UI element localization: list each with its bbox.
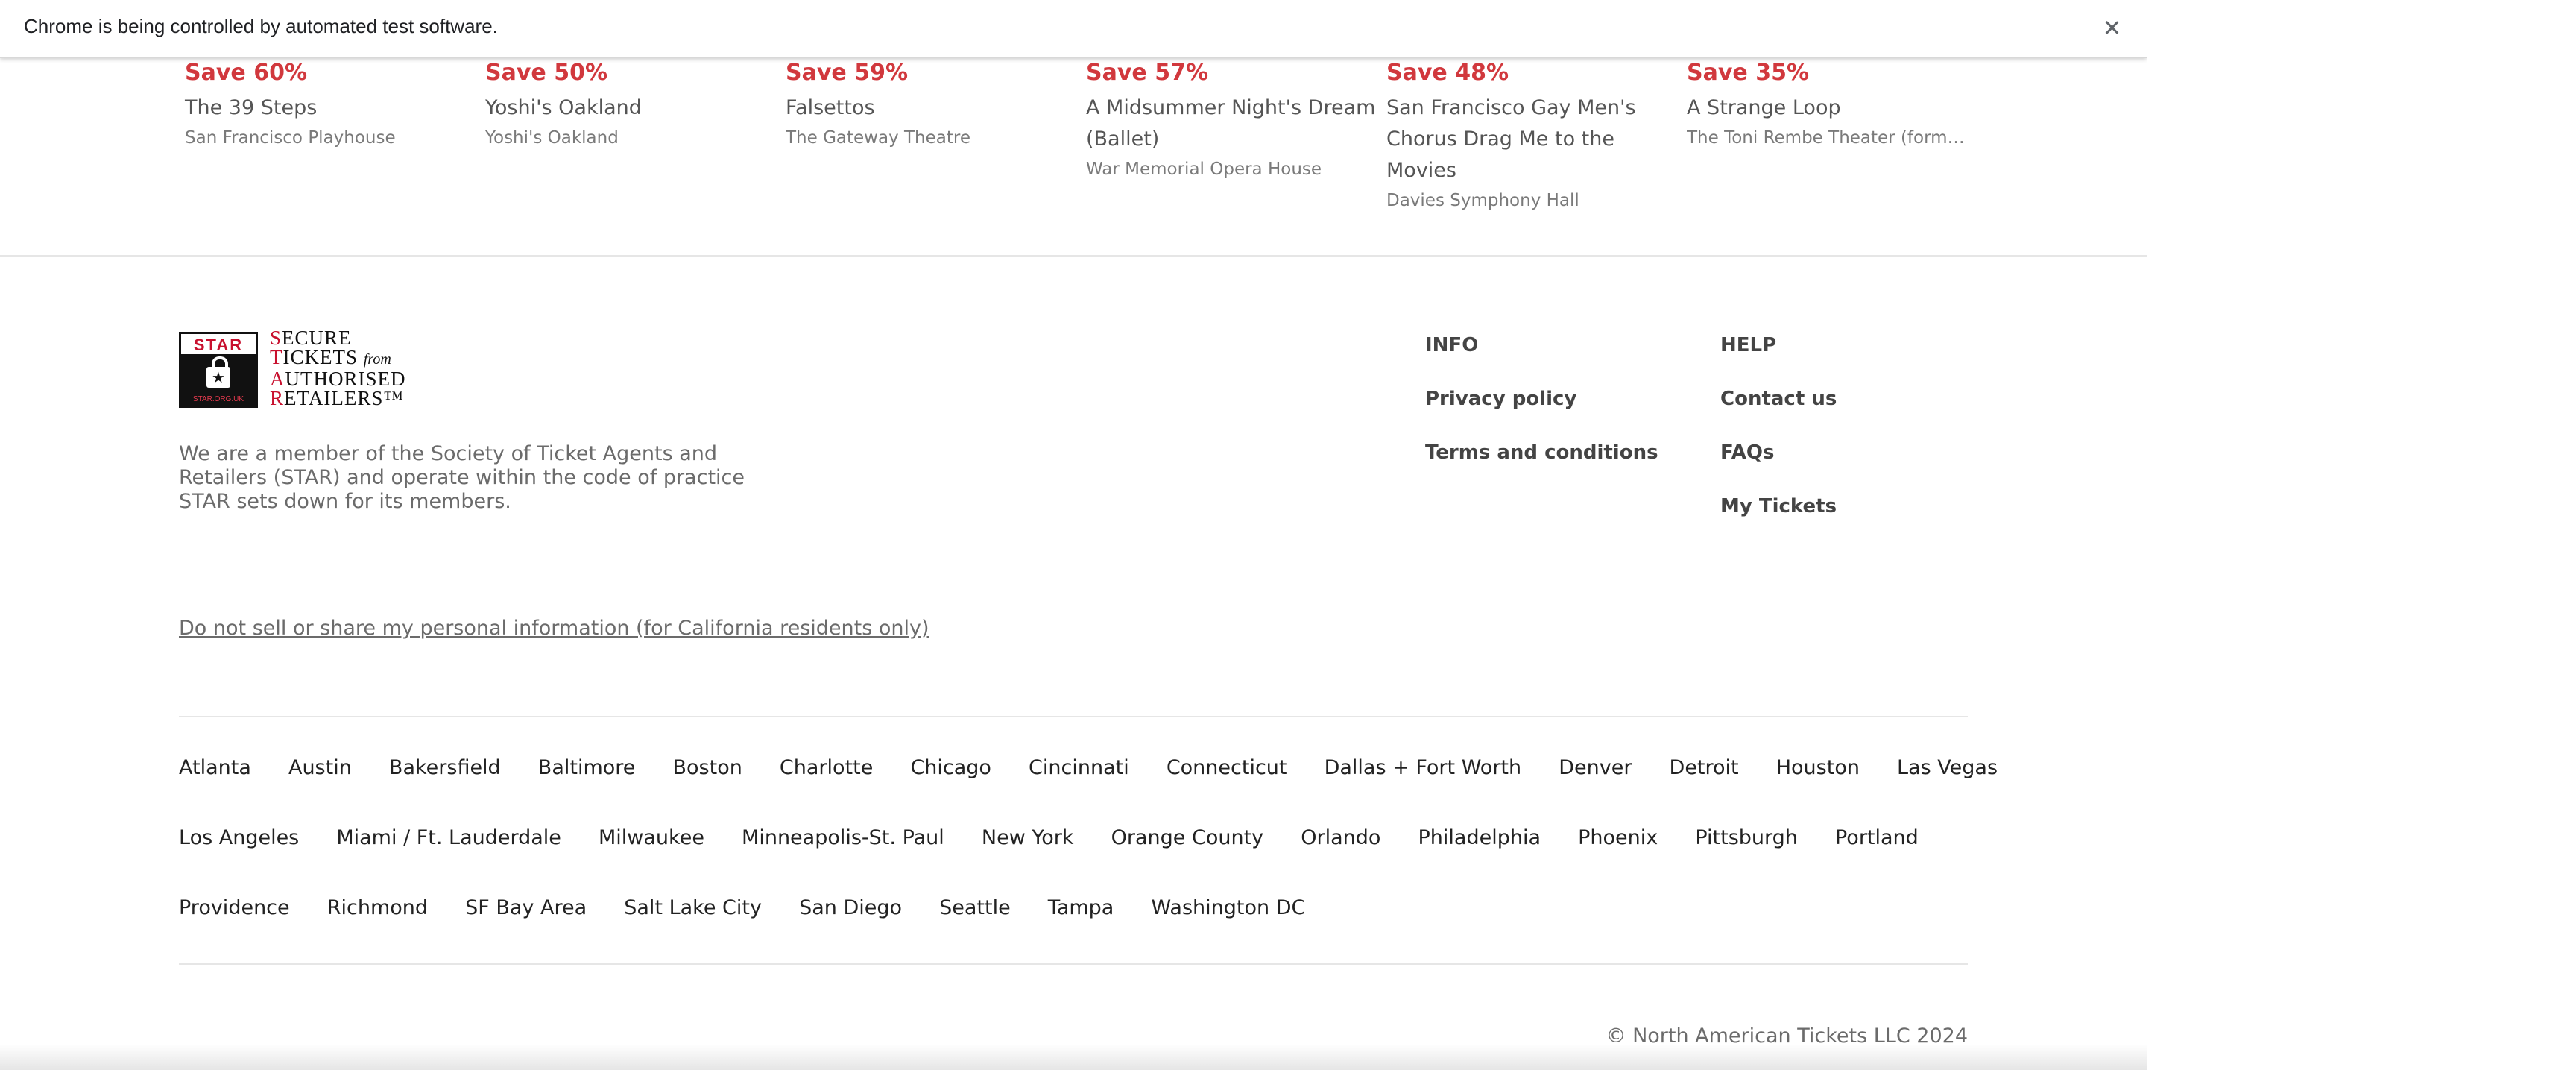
- footer-divider: [179, 963, 1968, 965]
- city-link[interactable]: Richmond: [327, 890, 428, 927]
- deal-venue: San Francisco Playhouse: [185, 128, 396, 148]
- star-badge-footer: STAR.ORG.UK: [192, 395, 244, 403]
- infobar-message: Chrome is being controlled by automated …: [24, 15, 498, 37]
- close-icon[interactable]: [2097, 13, 2127, 43]
- city-link[interactable]: Dallas + Fort Worth: [1325, 749, 1522, 787]
- city-link[interactable]: Houston: [1776, 749, 1860, 787]
- deal-venue: Davies Symphony Hall: [1386, 191, 1579, 210]
- star-logo: STAR ★ STAR.ORG.UK SECURE TICKETS from A…: [179, 328, 421, 410]
- deal-venue: The Toni Rembe Theater (former...: [1687, 128, 1974, 148]
- deal-save-badge: Save 50%: [485, 60, 608, 86]
- city-link[interactable]: Orlando: [1301, 819, 1380, 857]
- wordmark-line: SECURE: [270, 327, 352, 349]
- city-link[interactable]: Miami / Ft. Lauderdale: [336, 819, 561, 857]
- star-badge-label: STAR: [181, 334, 256, 356]
- city-link[interactable]: Las Vegas: [1897, 749, 1998, 787]
- star-badge: STAR ★ STAR.ORG.UK: [179, 332, 258, 408]
- info-heading: INFO: [1425, 334, 1479, 356]
- city-link[interactable]: Pittsburgh: [1695, 819, 1798, 857]
- contact-us-link[interactable]: Contact us: [1720, 388, 1837, 410]
- deal-venue: War Memorial Opera House: [1086, 160, 1322, 179]
- deal-card[interactable]: Save 60% The 39 Steps San Francisco Play…: [185, 60, 476, 152]
- privacy-policy-link[interactable]: Privacy policy: [1425, 388, 1576, 410]
- city-link[interactable]: Phoenix: [1578, 819, 1658, 857]
- deal-save-badge: Save 35%: [1687, 60, 1810, 86]
- faqs-link[interactable]: FAQs: [1720, 441, 1774, 464]
- city-link[interactable]: Milwaukee: [599, 819, 704, 857]
- lock-icon: ★: [206, 356, 230, 388]
- terms-link[interactable]: Terms and conditions: [1425, 441, 1658, 464]
- deal-save-badge: Save 57%: [1086, 60, 1209, 86]
- city-link[interactable]: Seattle: [939, 890, 1011, 927]
- wordmark-line: AUTHORISED: [270, 368, 406, 390]
- do-not-sell-link[interactable]: Do not sell or share my personal informa…: [179, 617, 929, 640]
- city-link[interactable]: Orange County: [1111, 819, 1264, 857]
- city-link[interactable]: Minneapolis-St. Paul: [742, 819, 944, 857]
- city-link[interactable]: Tampa: [1048, 890, 1114, 927]
- city-link[interactable]: Charlotte: [780, 749, 873, 787]
- star-wordmark: SECURE TICKETS from AUTHORISED RETAILERS…: [270, 327, 426, 409]
- city-link[interactable]: Providence: [179, 890, 290, 927]
- deal-save-badge: Save 60%: [185, 60, 308, 86]
- city-link[interactable]: Atlanta: [179, 749, 251, 787]
- city-link[interactable]: New York: [982, 819, 1074, 857]
- deal-title[interactable]: A Midsummer Night's Dream (Ballet): [1086, 92, 1377, 155]
- city-link[interactable]: Washington DC: [1151, 890, 1305, 927]
- deal-title[interactable]: A Strange Loop: [1687, 92, 1974, 124]
- deal-card[interactable]: Save 59% Falsettos The Gateway Theatre: [786, 60, 1076, 152]
- city-link[interactable]: Baltimore: [538, 749, 636, 787]
- city-link[interactable]: Chicago: [910, 749, 991, 787]
- city-link[interactable]: San Diego: [799, 890, 902, 927]
- city-link[interactable]: Philadelphia: [1418, 819, 1541, 857]
- city-link[interactable]: Salt Lake City: [624, 890, 762, 927]
- wordmark-line: TICKETS from: [270, 346, 391, 368]
- deal-card[interactable]: Save 48% San Francisco Gay Men's Chorus …: [1386, 60, 1677, 215]
- deal-card[interactable]: Save 50% Yoshi's Oakland Yoshi's Oakland: [485, 60, 776, 152]
- wordmark-line: RETAILERS™: [270, 387, 404, 409]
- deal-title[interactable]: Yoshi's Oakland: [485, 92, 776, 124]
- city-link[interactable]: Bakersfield: [389, 749, 501, 787]
- city-link[interactable]: Austin: [288, 749, 352, 787]
- bottom-shadow: [0, 1044, 2147, 1070]
- deal-title[interactable]: The 39 Steps: [185, 92, 476, 124]
- city-row: Los Angeles Miami / Ft. Lauderdale Milwa…: [179, 819, 1952, 857]
- deal-save-badge: Save 59%: [786, 60, 909, 86]
- page: Chrome is being controlled by automated …: [0, 0, 2147, 1070]
- city-row: Atlanta Austin Bakersfield Baltimore Bos…: [179, 749, 2031, 787]
- cities-divider: [179, 716, 1968, 717]
- help-heading: HELP: [1720, 334, 1777, 356]
- city-link[interactable]: Los Angeles: [179, 819, 299, 857]
- star-membership-text: We are a member of the Society of Ticket…: [179, 442, 745, 513]
- city-row: Providence Richmond SF Bay Area Salt Lak…: [179, 890, 1339, 927]
- deal-venue: Yoshi's Oakland: [485, 128, 619, 148]
- deal-card[interactable]: Save 57% A Midsummer Night's Dream (Ball…: [1086, 60, 1377, 183]
- city-link[interactable]: Detroit: [1670, 749, 1739, 787]
- deals-row: Save 60% The 39 Steps San Francisco Play…: [185, 60, 1974, 220]
- section-divider: [0, 255, 2147, 257]
- deal-title[interactable]: Falsettos: [786, 92, 1076, 124]
- city-link[interactable]: Cincinnati: [1029, 749, 1129, 787]
- deal-card[interactable]: Save 35% A Strange Loop The Toni Rembe T…: [1687, 60, 1974, 152]
- deal-title[interactable]: San Francisco Gay Men's Chorus Drag Me t…: [1386, 92, 1677, 186]
- my-tickets-link[interactable]: My Tickets: [1720, 495, 1837, 517]
- automation-infobar: Chrome is being controlled by automated …: [0, 0, 2147, 58]
- deal-venue: The Gateway Theatre: [786, 128, 970, 148]
- city-link[interactable]: Connecticut: [1167, 749, 1287, 787]
- city-link[interactable]: Boston: [673, 749, 742, 787]
- deal-save-badge: Save 48%: [1386, 60, 1509, 86]
- city-link[interactable]: Portland: [1835, 819, 1919, 857]
- city-link[interactable]: Denver: [1559, 749, 1632, 787]
- city-link[interactable]: SF Bay Area: [465, 890, 587, 927]
